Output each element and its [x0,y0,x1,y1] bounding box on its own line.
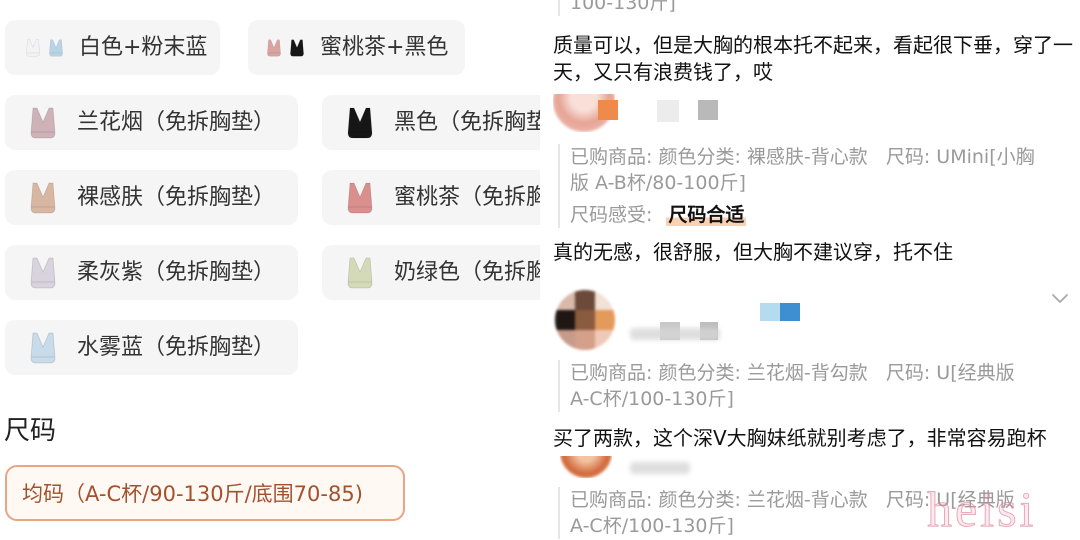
color-option-milk-green[interactable]: 奶绿色（免拆胸 [322,245,540,300]
spec-line: A-C杯/100-130斤] [570,388,734,410]
watermark: heisi [927,482,1037,536]
review-spec: 已购商品: 颜色分类: 兰花烟-背勾款 尺码: U[经典版 A-C杯/100-1… [558,360,1075,412]
color-option-label: 白色+粉末蓝 [79,34,208,60]
spec-line: 版 A-B杯/80-100斤] [570,172,746,194]
color-thumbnail [338,251,382,295]
size-heading: 尺码 [4,416,57,446]
bra-swatch-icon [48,39,63,56]
color-thumbnail [21,251,65,295]
reviewer-avatar [560,456,612,478]
size-option-one-size[interactable]: 均码（A-C杯/90-130斤/底围70-85) [5,465,405,521]
color-option-black[interactable]: 黑色（免拆胸垫 [322,95,540,150]
review-spec: 已购商品: 颜色分类: 裸感肤-背心款 尺码: UMini[小胸 版 A-B杯/… [558,144,1075,228]
spec-line: 已购商品: 颜色分类: 裸感肤-背心款 尺码: UMini[小胸 [570,146,1035,168]
color-option-label: 兰花烟（免拆胸垫） [77,109,276,135]
color-option-mist-blue[interactable]: 水雾蓝（免拆胸垫） [5,320,298,375]
review-text-line: 买了两款，这个深V大胸妹纸就别考虑了，非常容易跑杯 [553,426,1047,450]
review-spec-fragment: 100-130斤] [558,0,1075,16]
bra-swatch-icon [289,39,304,56]
color-option-label: 黑色（免拆胸垫 [394,109,540,135]
reviewer-meta-blurred [630,462,690,474]
color-option-orchid-smoke[interactable]: 兰花烟（免拆胸垫） [5,95,298,150]
reviewer-name-mosaic [598,100,618,120]
review-text-line: 质量可以，但是大胸的根本托不起来，看起很下垂，穿了一 [553,33,1073,57]
spec-line: 100-130斤] [570,0,676,14]
color-option-label: 蜜桃茶+黑色 [320,34,449,60]
reviewer-meta-blurred [630,328,720,340]
size-feel-value: 尺码合适 [666,204,747,226]
color-thumbnail [21,101,65,145]
color-option-nude[interactable]: 裸感肤（免拆胸垫） [5,170,298,225]
bra-swatch-icon [30,257,56,288]
color-option-label: 柔灰紫（免拆胸垫） [77,259,276,285]
review-spec: 100-130斤] [558,0,1075,16]
bra-swatch-icon [30,332,56,363]
bra-swatch-icon [25,39,40,56]
review-text-line: 天，又只有浪费钱了，哎 [553,60,773,84]
color-option-peach-tea[interactable]: 蜜桃茶（免拆胸 [322,170,540,225]
color-option-label: 裸感肤（免拆胸垫） [77,184,276,210]
review-text-line: 真的无感，很舒服，但大胸不建议穿，托不住 [553,240,953,264]
bra-swatch-icon [347,182,373,213]
size-option-label: 均码（A-C杯/90-130斤/底围70-85) [22,482,363,506]
bra-swatch-icon [266,39,281,56]
review-text: 质量可以，但是大胸的根本托不起来，看起很下垂，穿了一 天，又只有浪费钱了，哎 [553,32,1075,86]
chevron-down-icon[interactable] [1050,292,1070,306]
spec-line: 已购商品: 颜色分类: 兰花烟-背勾款 尺码: U[经典版 [570,362,1015,384]
reviewer-name-mosaic [657,100,679,122]
size-feel-label: 尺码感受: [570,204,653,226]
bra-swatch-icon [30,107,56,138]
review-list-panel: 100-130斤] 质量可以，但是大胸的根本托不起来，看起很下垂，穿了一 天，又… [545,0,1080,540]
color-option-soft-gray-purple[interactable]: 柔灰紫（免拆胸垫） [5,245,298,300]
reviewer-name-mosaic [698,100,718,120]
color-thumbnail [21,326,65,370]
color-option-label: 蜜桃茶（免拆胸 [394,184,540,210]
reviewer-name-mosaic [760,303,780,321]
color-thumbnail [21,26,67,70]
review-text: 买了两款，这个深V大胸妹纸就别考虑了，非常容易跑杯 [553,425,1075,452]
bra-swatch-icon [347,107,373,138]
color-thumbnail [21,176,65,220]
color-thumbnail [262,26,308,70]
product-options-panel: 白色+粉末蓝 蜜桃茶+黑色 兰花烟（免拆胸垫） 黑色（免拆胸垫 裸感肤（免拆胸垫… [0,0,540,540]
color-option-label: 奶绿色（免拆胸 [394,259,540,285]
color-option-peach-tea-black[interactable]: 蜜桃茶+黑色 [248,20,465,75]
size-feel-row: 尺码感受: 尺码合适 [570,202,1075,228]
color-option-label: 水雾蓝（免拆胸垫） [77,334,276,360]
bra-swatch-icon [347,257,373,288]
reviewer-avatar [555,290,615,350]
review-text: 真的无感，很舒服，但大胸不建议穿，托不住 [553,239,1075,266]
bra-swatch-icon [30,182,56,213]
color-thumbnail [338,176,382,220]
color-option-white-powder-blue[interactable]: 白色+粉末蓝 [5,20,220,75]
reviewer-name-mosaic [780,303,800,321]
color-thumbnail [338,101,382,145]
